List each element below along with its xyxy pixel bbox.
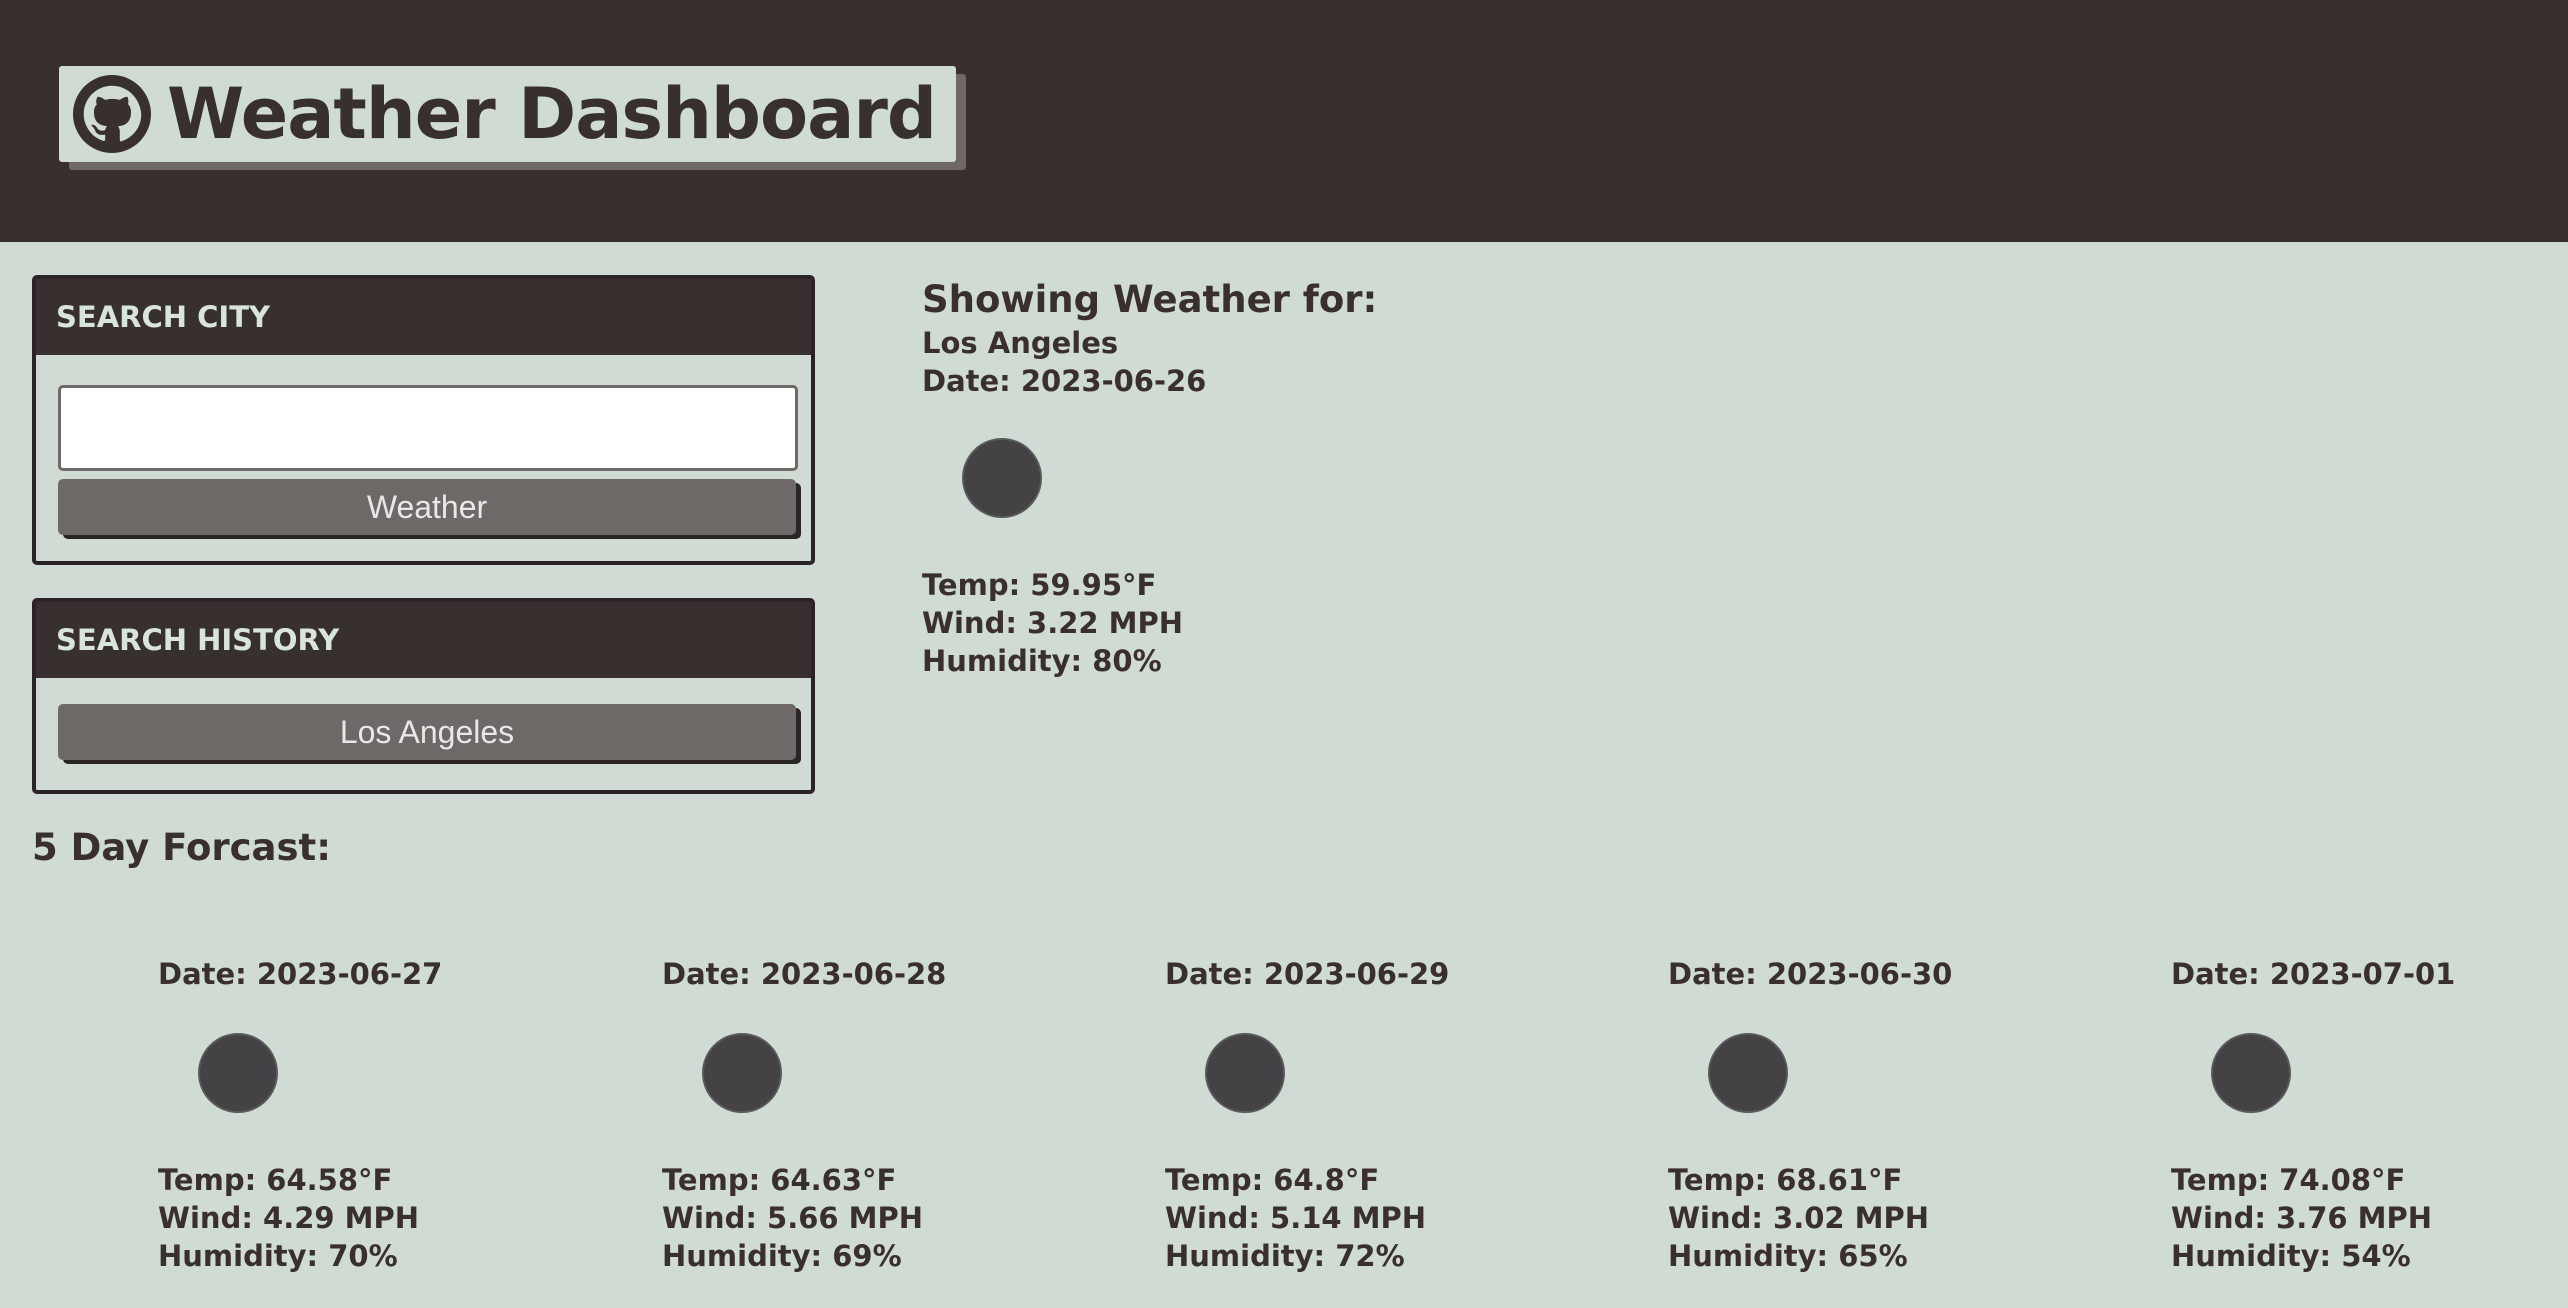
forecast-day-card: Date: 2023-06-29 Temp: 64.8°F Wind: 5.14… <box>1165 955 1450 1273</box>
forecast-date: Date: 2023-06-27 <box>158 957 443 991</box>
current-temp: Temp: 59.95°F <box>922 568 1157 602</box>
forecast-stats: Temp: 74.08°F Wind: 3.76 MPH Humidity: 5… <box>2171 1161 2432 1275</box>
weather-condition-icon <box>2211 1033 2291 1113</box>
current-date: Date: 2023-06-26 <box>922 364 1207 398</box>
current-city: Los Angeles <box>922 326 1119 360</box>
github-icon[interactable] <box>73 75 151 153</box>
forecast-wind: Wind: 5.14 MPH <box>1165 1201 1427 1235</box>
weather-condition-icon <box>1205 1033 1285 1113</box>
history-item-button[interactable]: Los Angeles <box>58 704 796 760</box>
forecast-temp: Temp: 64.58°F <box>158 1163 393 1197</box>
forecast-temp: Temp: 68.61°F <box>1668 1163 1903 1197</box>
forecast-humidity: Humidity: 69% <box>662 1239 902 1273</box>
weather-button[interactable]: Weather <box>58 479 796 535</box>
forecast-date: Date: 2023-07-01 <box>2171 957 2456 991</box>
forecast-wind: Wind: 4.29 MPH <box>158 1201 420 1235</box>
weather-condition-icon <box>962 438 1042 518</box>
page-title: Weather Dashboard <box>167 73 937 155</box>
forecast-temp: Temp: 74.08°F <box>2171 1163 2406 1197</box>
forecast-wind: Wind: 3.76 MPH <box>2171 1201 2433 1235</box>
page-header: Weather Dashboard <box>0 0 2568 242</box>
current-wind: Wind: 3.22 MPH <box>922 606 1184 640</box>
city-search-input[interactable] <box>58 385 798 471</box>
search-city-heading: SEARCH CITY <box>36 279 811 355</box>
forecast-temp: Temp: 64.63°F <box>662 1163 897 1197</box>
forecast-day-card: Date: 2023-06-30 Temp: 68.61°F Wind: 3.0… <box>1668 955 1953 1273</box>
forecast-humidity: Humidity: 72% <box>1165 1239 1405 1273</box>
search-city-panel: SEARCH CITY Weather <box>32 275 815 565</box>
forecast-stats: Temp: 68.61°F Wind: 3.02 MPH Humidity: 6… <box>1668 1161 1929 1275</box>
forecast-heading: 5 Day Forcast: <box>32 826 332 869</box>
current-weather: Showing Weather for: Los Angeles Date: 2… <box>922 276 1378 678</box>
weather-condition-icon <box>1708 1033 1788 1113</box>
current-stats: Temp: 59.95°F Wind: 3.22 MPH Humidity: 8… <box>922 566 1183 680</box>
weather-condition-icon <box>702 1033 782 1113</box>
forecast-day-card: Date: 2023-06-28 Temp: 64.63°F Wind: 5.6… <box>662 955 947 1273</box>
forecast-date: Date: 2023-06-30 <box>1668 957 1953 991</box>
forecast-wind: Wind: 5.66 MPH <box>662 1201 924 1235</box>
current-humidity: Humidity: 80% <box>922 644 1162 678</box>
forecast-date: Date: 2023-06-29 <box>1165 957 1450 991</box>
search-history-panel: SEARCH HISTORY Los Angeles <box>32 598 815 794</box>
forecast-stats: Temp: 64.58°F Wind: 4.29 MPH Humidity: 7… <box>158 1161 419 1275</box>
forecast-temp: Temp: 64.8°F <box>1165 1163 1380 1197</box>
forecast-stats: Temp: 64.63°F Wind: 5.66 MPH Humidity: 6… <box>662 1161 923 1275</box>
weather-condition-icon <box>198 1033 278 1113</box>
forecast-date: Date: 2023-06-28 <box>662 957 947 991</box>
forecast-stats: Temp: 64.8°F Wind: 5.14 MPH Humidity: 72… <box>1165 1161 1426 1275</box>
forecast-humidity: Humidity: 65% <box>1668 1239 1908 1273</box>
title-badge: Weather Dashboard <box>59 66 956 162</box>
forecast-day-card: Date: 2023-06-27 Temp: 64.58°F Wind: 4.2… <box>158 955 443 1273</box>
search-history-heading: SEARCH HISTORY <box>36 602 811 678</box>
forecast-humidity: Humidity: 54% <box>2171 1239 2411 1273</box>
forecast-wind: Wind: 3.02 MPH <box>1668 1201 1930 1235</box>
showing-weather-label: Showing Weather for: <box>922 278 1378 321</box>
forecast-day-card: Date: 2023-07-01 Temp: 74.08°F Wind: 3.7… <box>2171 955 2456 1273</box>
forecast-humidity: Humidity: 70% <box>158 1239 398 1273</box>
